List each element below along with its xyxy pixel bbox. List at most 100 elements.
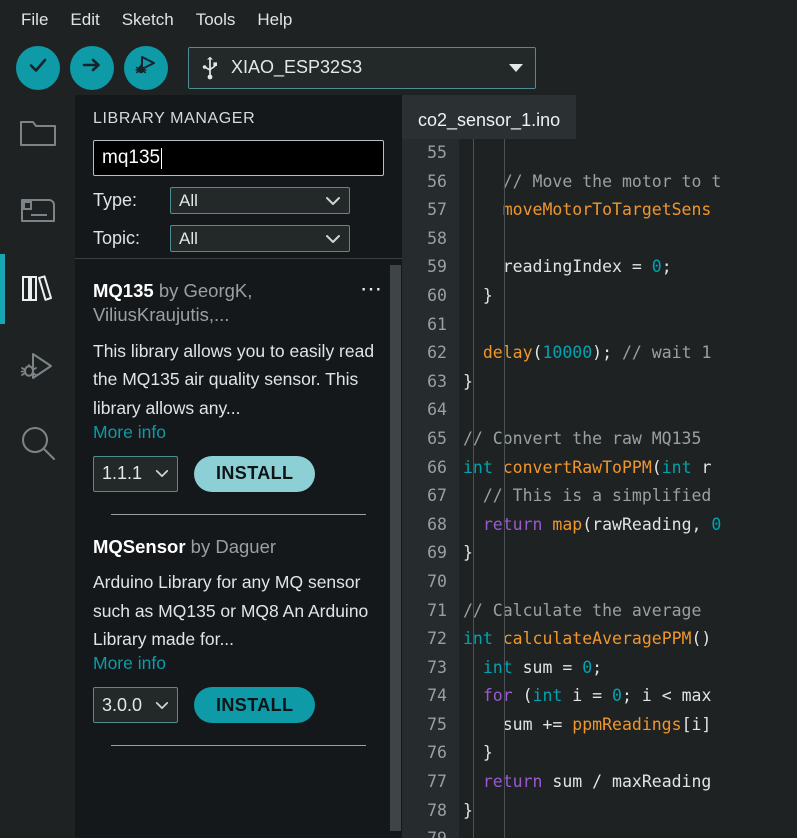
line-number: 78: [427, 800, 447, 820]
code-line: int sum = 0;: [459, 654, 797, 683]
code-token: int: [532, 686, 563, 706]
code-line: return map(rawReading, 0: [459, 511, 797, 540]
menu-item-edit[interactable]: Edit: [59, 6, 110, 34]
scrollbar-thumb[interactable]: [390, 265, 401, 831]
code-token: // Calculate the average: [463, 600, 712, 620]
chevron-down-icon: [325, 234, 341, 244]
arrow-right-icon: [80, 53, 104, 82]
upload-button[interactable]: [70, 45, 114, 90]
editor-area: co2_sensor_1.ino 55 56 57 58 59 60 61 62 63 64 65 6…: [402, 95, 797, 838]
code-line: delay(10000); // wait 1: [459, 339, 797, 368]
version-select[interactable]: 3.0.0: [93, 687, 178, 724]
code-token: }: [463, 543, 473, 563]
sidebar-item-search[interactable]: [0, 407, 75, 485]
code-token: int: [463, 457, 493, 477]
text-cursor: [161, 147, 163, 169]
line-number: 59: [427, 257, 447, 277]
code-token: sum =: [512, 657, 583, 677]
sidebar-item-debug[interactable]: [0, 329, 75, 407]
code-token: int: [463, 629, 493, 649]
code-token: int: [482, 657, 513, 677]
code-token: // Convert the raw MQ135: [463, 428, 712, 448]
board-icon: [19, 194, 57, 231]
line-number-gutter: 55 56 57 58 59 60 61 62 63 64 65 66 67 68 69 70 71 72 73 74…: [402, 139, 459, 838]
search-icon: [18, 424, 58, 469]
code-token: calculateAveragePPM: [502, 629, 692, 649]
code-token: sum +=: [463, 714, 573, 734]
code-line: int convertRawToPPM(int r: [459, 454, 797, 483]
code-line: sum += ppmReadings[i]: [459, 711, 797, 740]
more-info-link[interactable]: More info: [93, 653, 384, 674]
debug-button[interactable]: [124, 45, 168, 90]
line-number: 79: [402, 825, 447, 838]
code-token: return: [482, 514, 543, 534]
code-token: (: [532, 343, 543, 363]
library-overflow-menu-icon[interactable]: ⋯: [360, 278, 384, 300]
line-number: 61: [427, 314, 447, 334]
menu-item-tools[interactable]: Tools: [185, 6, 247, 34]
main-toolbar: XIAO_ESP32S3: [0, 40, 797, 95]
library-name-text: MQSensor: [93, 535, 186, 557]
menu-bar: File Edit Sketch Tools Help: [0, 0, 797, 40]
sidebar-item-boards-manager[interactable]: [0, 173, 75, 251]
indent-guide: [504, 139, 505, 838]
code-editor[interactable]: 55 56 57 58 59 60 61 62 63 64 65 66 67 68 69 70 71 72 73 74…: [402, 139, 797, 838]
code-content[interactable]: // Move the motor to t moveMotorToTarget…: [459, 139, 797, 838]
code-line: }: [459, 797, 797, 826]
editor-tab-bar: co2_sensor_1.ino: [402, 95, 797, 145]
code-line: for (int i = 0; i < max: [459, 682, 797, 711]
code-token: (): [691, 629, 712, 649]
line-number: 74: [427, 686, 447, 706]
topic-filter-label: Topic:: [93, 228, 141, 248]
line-number: 70: [427, 571, 447, 591]
line-number: 58: [427, 228, 447, 248]
code-line: int calculateAveragePPM(): [459, 625, 797, 654]
menu-item-help[interactable]: Help: [246, 6, 303, 34]
code-token: (: [582, 514, 593, 534]
type-filter-select[interactable]: All: [170, 187, 350, 214]
line-number: 67: [427, 486, 447, 506]
checkmark-icon: [26, 53, 50, 82]
books-icon: [20, 271, 56, 310]
version-select[interactable]: 1.1.1: [93, 455, 178, 492]
topic-filter-select[interactable]: All: [170, 225, 350, 252]
card-divider: [111, 745, 366, 747]
install-button[interactable]: INSTALL: [194, 455, 316, 492]
code-token: // Move the motor to t: [502, 171, 722, 191]
library-list-scrollbar[interactable]: [389, 259, 402, 838]
code-line: return sum / maxReading: [459, 768, 797, 797]
library-manager-header: LIBRARY MANAGER mq135 Type: All Topic: A…: [75, 95, 402, 252]
code-token: return: [482, 772, 543, 792]
install-button[interactable]: INSTALL: [194, 687, 316, 724]
debug-icon: [19, 349, 57, 388]
code-line: }: [459, 282, 797, 311]
line-number: 68: [427, 514, 447, 534]
code-token: }: [463, 371, 473, 391]
menu-item-file[interactable]: File: [10, 6, 59, 34]
code-token: delay: [482, 343, 533, 363]
more-info-link[interactable]: More info: [93, 422, 384, 443]
verify-button[interactable]: [16, 45, 60, 90]
library-author: by Daguer: [190, 535, 277, 557]
menu-item-sketch[interactable]: Sketch: [111, 6, 185, 34]
list-item[interactable]: MQ135 by GeorgK, ViliusKraujutis,... ⋯ T…: [75, 259, 402, 515]
editor-tab[interactable]: co2_sensor_1.ino: [402, 95, 577, 145]
library-card-actions: 1.1.1 INSTALL: [93, 455, 384, 492]
library-search-input[interactable]: mq135: [93, 140, 384, 176]
code-token: ;: [661, 257, 672, 277]
code-token: );: [592, 343, 622, 363]
line-number: 73: [427, 657, 447, 677]
sidebar-item-sketchbook[interactable]: [0, 95, 75, 173]
sidebar-item-library-manager[interactable]: [0, 251, 75, 329]
library-card-title-wrap: MQSensor by Daguer: [93, 535, 384, 559]
line-number: 63: [427, 371, 447, 391]
code-token: ppmReadings: [572, 714, 682, 734]
list-item[interactable]: MQSensor by Daguer Arduino Library for a…: [75, 515, 402, 747]
folder-icon: [19, 116, 57, 153]
line-number: 69: [427, 543, 447, 563]
code-token: readingIndex: [502, 257, 622, 277]
topic-filter-row: Topic: All: [93, 225, 384, 252]
board-selector[interactable]: XIAO_ESP32S3: [188, 46, 536, 89]
